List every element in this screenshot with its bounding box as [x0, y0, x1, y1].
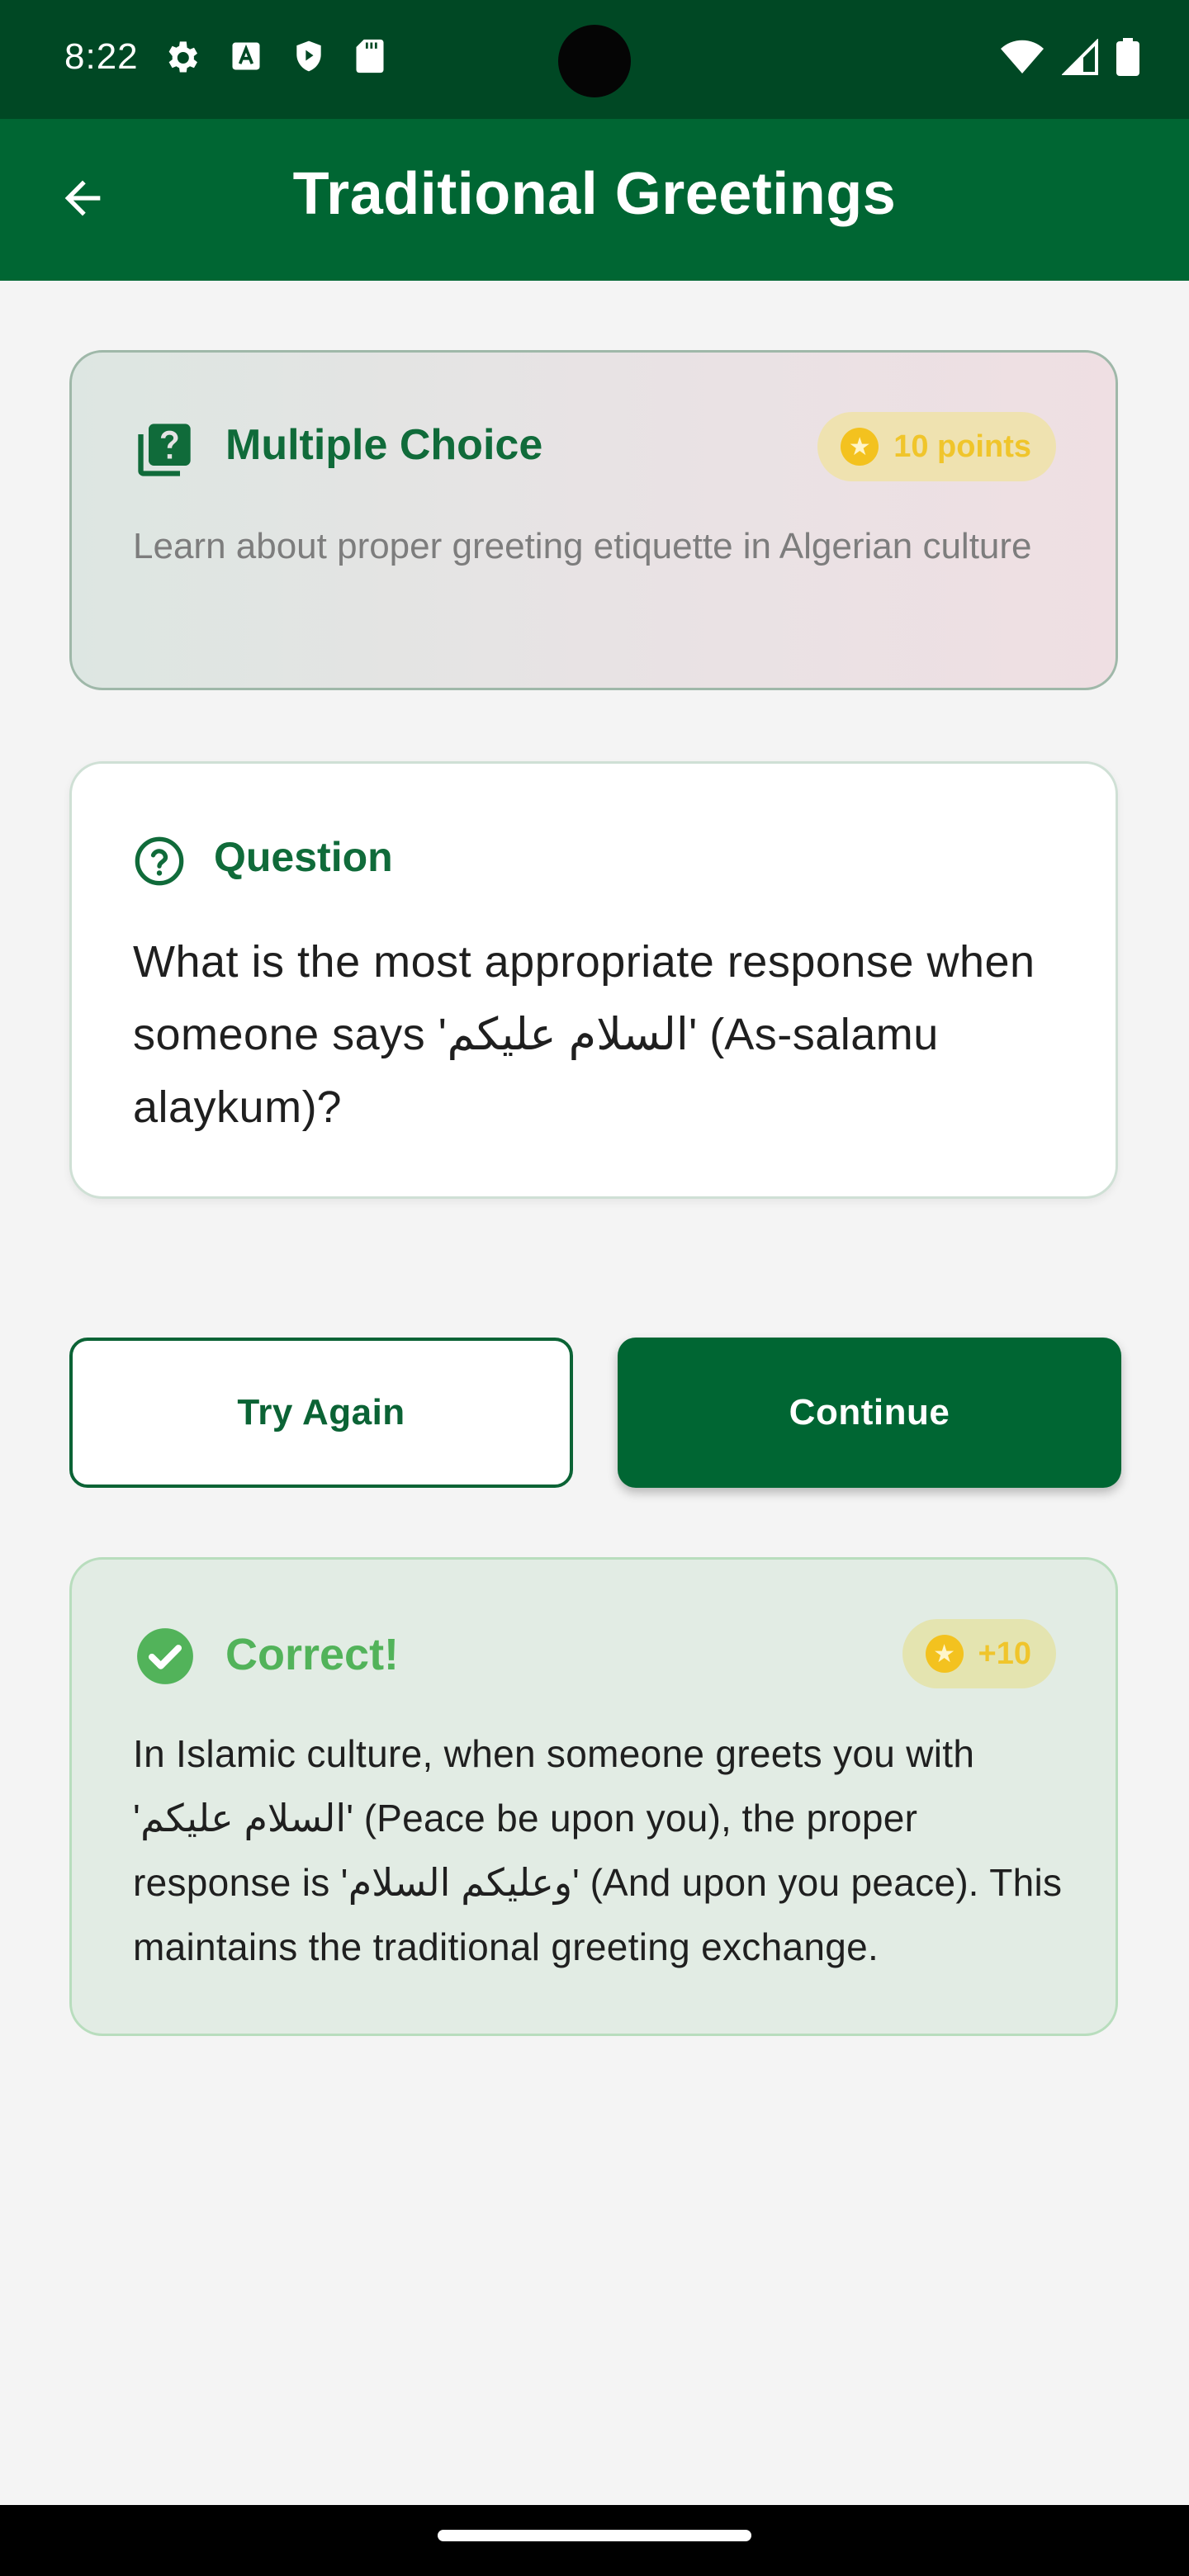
question-text: What is the most appropriate response wh… [133, 937, 1035, 1132]
shield-play-icon [291, 38, 327, 82]
page-title: Traditional Greetings [292, 161, 897, 227]
points-awarded: +10 [978, 1636, 1031, 1671]
settings-icon [162, 38, 201, 82]
try-again-button[interactable]: Try Again [69, 1338, 573, 1488]
system-nav-bar [0, 2505, 1189, 2576]
help-circle-icon [133, 835, 186, 888]
exercise-type-card: Multiple Choice ★ 10 points Learn about … [69, 350, 1118, 690]
exercise-description: Learn about proper greeting etiquette in… [133, 526, 1032, 566]
continue-button[interactable]: Continue [618, 1338, 1121, 1488]
question-label: Question [214, 834, 393, 880]
sd-card-icon [353, 38, 386, 82]
points-awarded-badge: ★ +10 [902, 1619, 1056, 1688]
star-coin-icon: ★ [841, 428, 879, 466]
question-card: Question What is the most appropriate re… [69, 761, 1118, 1199]
camera-cutout [558, 25, 631, 97]
star-coin-icon: ★ [925, 1635, 964, 1673]
home-gesture-handle[interactable] [438, 2530, 751, 2541]
wifi-icon [1001, 39, 1044, 79]
status-time: 8:22 [64, 36, 139, 77]
font-icon [228, 38, 264, 82]
status-icons-right [1001, 38, 1139, 80]
status-icons-left [162, 38, 386, 82]
battery-icon [1116, 38, 1139, 80]
result-title: Correct! [225, 1630, 400, 1679]
quiz-icon [133, 419, 196, 481]
check-circle-icon [135, 1626, 196, 1687]
result-explanation: In Islamic culture, when someone greets … [133, 1732, 1063, 1968]
result-card: Correct! ★ +10 In Islamic culture, when … [69, 1557, 1118, 2036]
status-bar: 8:22 [0, 0, 1189, 119]
exercise-type-label: Multiple Choice [225, 421, 543, 469]
points-badge: ★ 10 points [817, 412, 1056, 481]
app-bar: Traditional Greetings [0, 119, 1189, 281]
points-label: 10 points [893, 429, 1031, 464]
cell-signal-icon [1061, 38, 1098, 79]
